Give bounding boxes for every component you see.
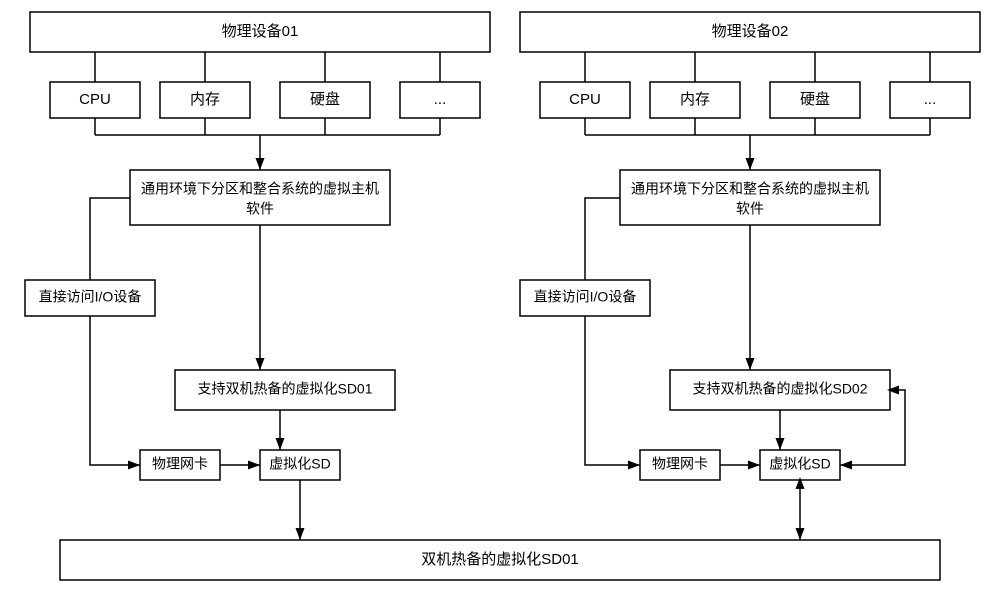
device-1-title: 物理设备01 <box>222 23 299 40</box>
device-1-sub-more: ... <box>400 52 480 118</box>
device-2-title: 物理设备02 <box>712 23 789 40</box>
svg-text:CPU: CPU <box>79 91 111 108</box>
svg-text:通用环境下分区和整合系统的虚拟主机: 通用环境下分区和整合系统的虚拟主机 <box>141 181 379 197</box>
svg-text:通用环境下分区和整合系统的虚拟主机: 通用环境下分区和整合系统的虚拟主机 <box>631 181 869 197</box>
svg-text:虚拟化SD: 虚拟化SD <box>769 456 830 472</box>
svg-text:支持双机热备的虚拟化SD01: 支持双机热备的虚拟化SD01 <box>197 381 372 397</box>
vm-software-1 <box>130 170 390 225</box>
svg-text:...: ... <box>924 91 937 108</box>
svg-text:内存: 内存 <box>680 91 710 108</box>
svg-text:软件: 软件 <box>736 201 764 217</box>
device-2-sub-disk: 硬盘 <box>770 52 860 118</box>
svg-text:硬盘: 硬盘 <box>800 90 830 108</box>
svg-text:CPU: CPU <box>569 91 601 108</box>
svg-text:物理网卡: 物理网卡 <box>152 456 208 472</box>
bottom-hot-sd-label: 双机热备的虚拟化SD01 <box>421 551 579 568</box>
device-2-sub-mem: 内存 <box>650 52 740 118</box>
svg-text:支持双机热备的虚拟化SD02: 支持双机热备的虚拟化SD02 <box>692 381 867 397</box>
device-1-sub-mem: 内存 <box>160 52 250 118</box>
device-2-group: 物理设备02 CPU 内存 硬盘 ... 通用环境下分区和整合系统的虚拟主机 <box>520 12 980 540</box>
svg-text:直接访问I/O设备: 直接访问I/O设备 <box>534 289 637 305</box>
svg-text:...: ... <box>434 91 447 108</box>
device-1-sub-cpu: CPU <box>50 52 140 118</box>
device-1-sub-disk: 硬盘 <box>280 52 370 118</box>
svg-text:物理网卡: 物理网卡 <box>652 456 708 472</box>
svg-text:硬盘: 硬盘 <box>310 90 340 108</box>
device-2-sub-cpu: CPU <box>540 52 630 118</box>
svg-text:内存: 内存 <box>190 91 220 108</box>
device-2-sub-more: ... <box>890 52 970 118</box>
vm-software-2 <box>620 170 880 225</box>
svg-text:直接访问I/O设备: 直接访问I/O设备 <box>39 289 142 305</box>
svg-text:虚拟化SD: 虚拟化SD <box>269 456 330 472</box>
svg-text:软件: 软件 <box>246 201 274 217</box>
device-1-group: 物理设备01 CPU 内存 硬盘 ... 通用 <box>25 12 490 540</box>
